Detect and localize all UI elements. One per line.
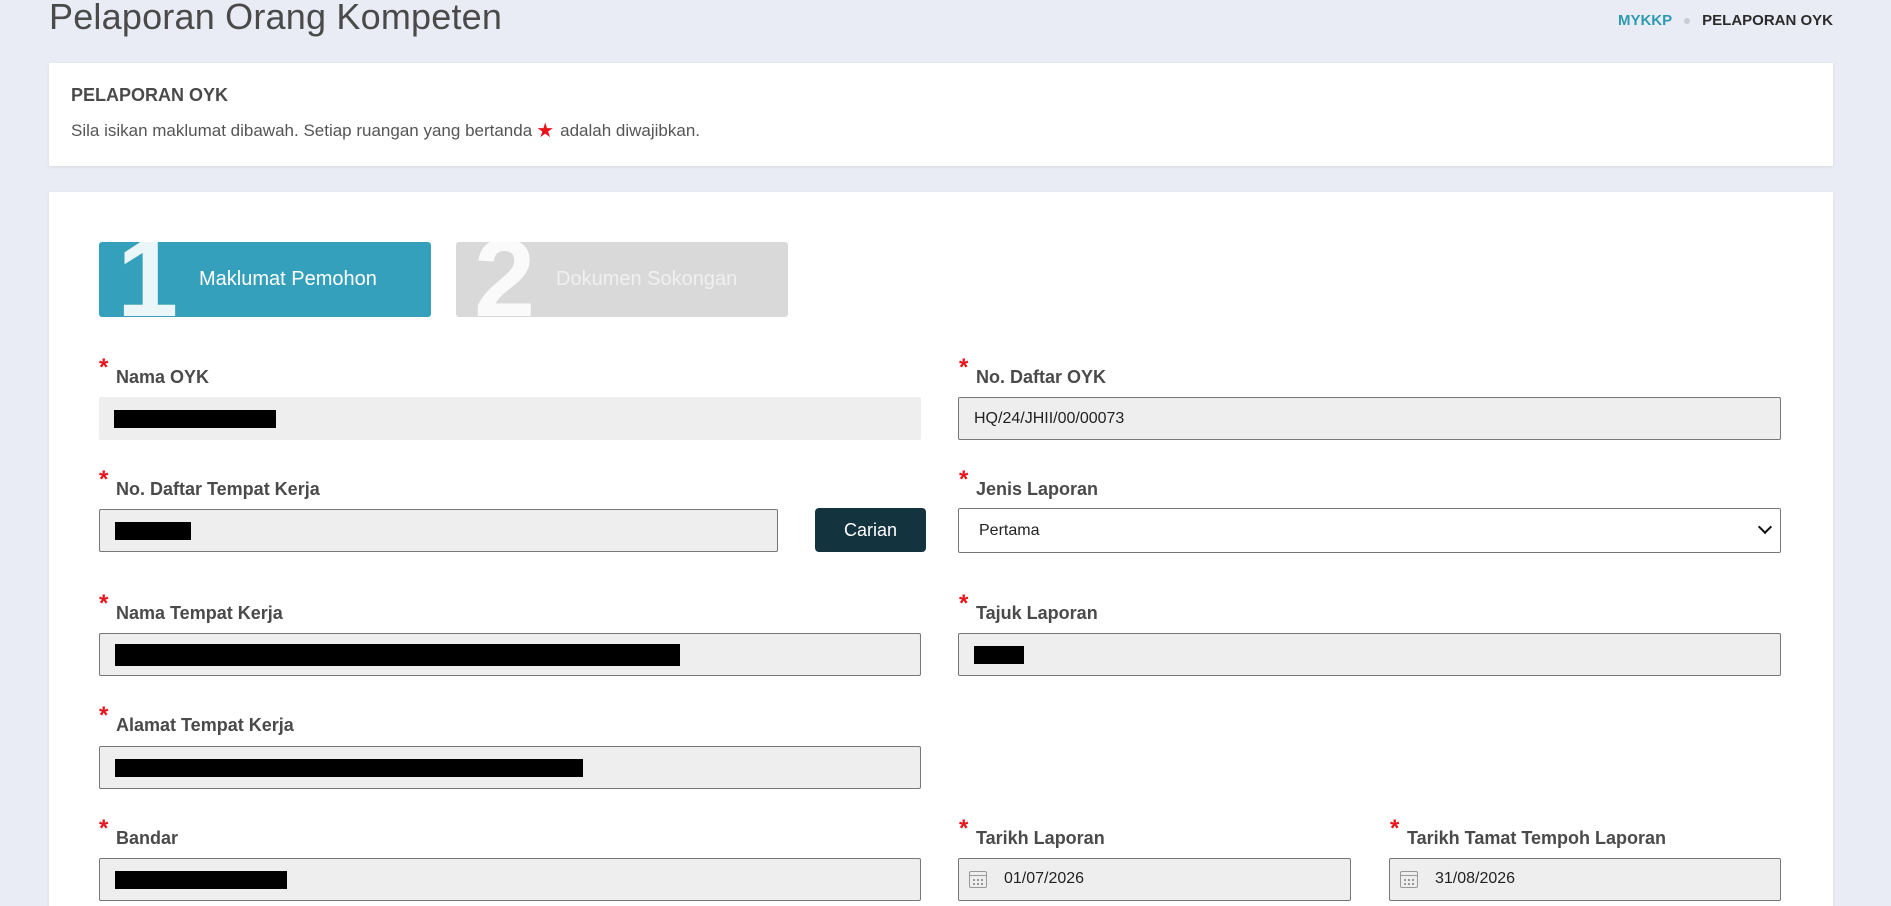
calendar-icon <box>1400 871 1418 888</box>
nama-oyk-label: Nama OYK <box>116 367 210 387</box>
nama-tempat-kerja-label: Nama Tempat Kerja <box>116 603 283 623</box>
nama-oyk-field[interactable] <box>99 397 921 440</box>
tarikh-tamat-value: 31/08/2026 <box>1435 870 1516 887</box>
tarikh-laporan-label: Tarikh Laporan <box>976 828 1105 848</box>
info-card-description: Sila isikan maklumat dibawah. Setiap rua… <box>71 121 700 141</box>
bandar-field[interactable] <box>99 858 921 901</box>
nama-tempat-kerja-field[interactable] <box>99 633 921 676</box>
required-mark: * <box>959 590 969 617</box>
required-mark: * <box>99 702 109 729</box>
required-mark: * <box>959 466 969 493</box>
breadcrumb: MYKKP PELAPORAN OYK <box>1618 12 1833 29</box>
required-mark: * <box>99 466 109 493</box>
alamat-tempat-kerja-label: Alamat Tempat Kerja <box>116 715 294 735</box>
alamat-tempat-kerja-field[interactable] <box>99 746 921 789</box>
form-card: 1 Maklumat Pemohon 2 Dokumen Sokongan * … <box>49 192 1833 906</box>
jenis-laporan-label: Jenis Laporan <box>976 479 1099 499</box>
chevron-down-icon <box>1757 519 1773 535</box>
redacted-value <box>115 870 287 889</box>
step-2-label: Dokumen Sokongan <box>556 268 738 290</box>
tajuk-laporan-label: Tajuk Laporan <box>976 603 1098 623</box>
breadcrumb-home-link[interactable]: MYKKP <box>1618 12 1672 29</box>
breadcrumb-separator <box>1684 17 1691 24</box>
step-1-number: 1 <box>117 242 179 317</box>
info-desc-after: adalah diwajibkan. <box>560 121 701 140</box>
required-mark: * <box>99 815 109 842</box>
page-title: Pelaporan Orang Kompeten <box>49 0 503 37</box>
redacted-value <box>115 758 583 777</box>
step-2-number: 2 <box>474 242 536 317</box>
tarikh-laporan-field[interactable]: 01/07/2026 <box>958 858 1351 901</box>
tarikh-laporan-value: 01/07/2026 <box>1004 870 1085 887</box>
step-1-tab[interactable]: 1 Maklumat Pemohon <box>99 242 431 317</box>
required-mark: * <box>99 354 109 381</box>
redacted-value <box>115 521 191 540</box>
required-mark: * <box>959 354 969 381</box>
tarikh-tamat-field[interactable]: 31/08/2026 <box>1389 858 1781 901</box>
required-mark: * <box>99 590 109 617</box>
bandar-label: Bandar <box>116 828 179 848</box>
info-card-title: PELAPORAN OYK <box>71 85 229 105</box>
required-mark: * <box>959 815 969 842</box>
step-2-tab[interactable]: 2 Dokumen Sokongan <box>456 242 788 317</box>
breadcrumb-current: PELAPORAN OYK <box>1702 12 1833 29</box>
redacted-value <box>974 645 1024 664</box>
jenis-laporan-select[interactable]: Pertama <box>958 508 1781 553</box>
carian-button[interactable]: Carian <box>815 508 926 552</box>
jenis-laporan-selected: Pertama <box>979 521 1040 539</box>
step-1-label: Maklumat Pemohon <box>199 268 377 290</box>
info-card: PELAPORAN OYK Sila isikan maklumat dibaw… <box>49 63 1833 166</box>
redacted-value <box>115 643 680 666</box>
no-daftar-oyk-field[interactable]: HQ/24/JHII/00/00073 <box>958 397 1781 440</box>
required-mark: * <box>1390 815 1400 842</box>
calendar-icon <box>969 871 987 888</box>
required-star-icon: ★ <box>536 120 555 142</box>
tajuk-laporan-field[interactable] <box>958 633 1781 676</box>
no-daftar-tempat-kerja-field[interactable] <box>99 509 778 552</box>
tarikh-tamat-label: Tarikh Tamat Tempoh Laporan <box>1407 828 1667 848</box>
info-desc-before: Sila isikan maklumat dibawah. Setiap rua… <box>71 121 533 140</box>
no-daftar-tempat-kerja-label: No. Daftar Tempat Kerja <box>116 479 320 499</box>
no-daftar-oyk-label: No. Daftar OYK <box>976 367 1107 387</box>
redacted-value <box>114 409 276 428</box>
